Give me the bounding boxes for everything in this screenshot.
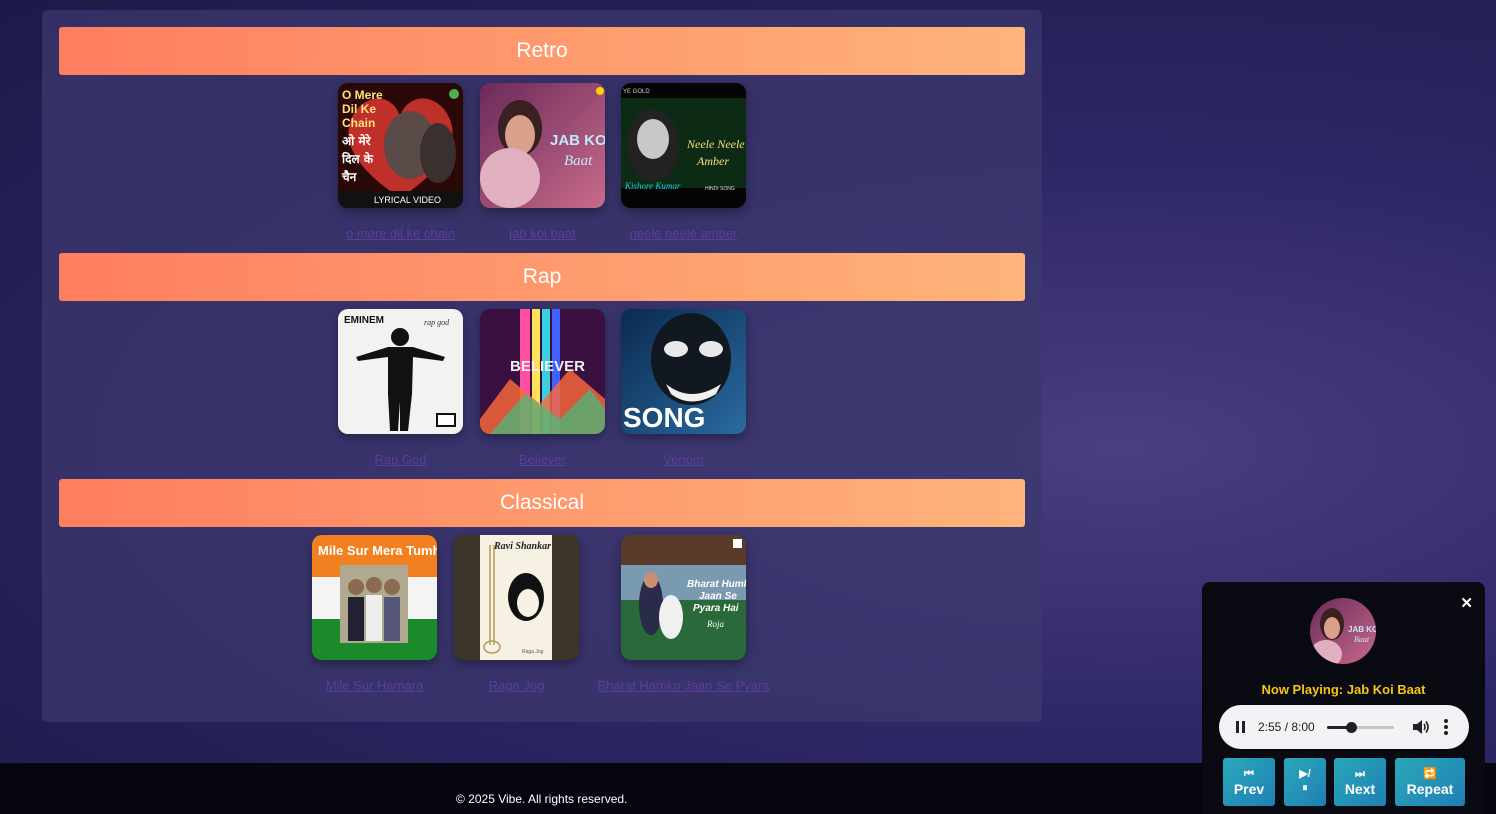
rap-god-cover[interactable]: EMINEM rap god [338, 309, 463, 434]
cover-text: चैन [341, 170, 358, 184]
cover-text: Bharat Humko [687, 579, 746, 590]
volume-icon[interactable] [1412, 719, 1430, 735]
cover-text: BELIEVER [510, 358, 585, 375]
cover-text: ओ मेरे [342, 134, 372, 148]
repeat-icon: 🔁 [1423, 768, 1437, 780]
song-link[interactable]: neele neele amber [581, 226, 786, 241]
cover-text: Ravi Shankar [493, 541, 551, 552]
song-card[interactable]: JAB KOI Baat jab koi baat [480, 83, 605, 241]
cover-text: HINDI SONG [705, 186, 735, 192]
cover-text: Baat [1354, 635, 1370, 644]
seek-slider[interactable] [1327, 722, 1394, 733]
next-icon: ⏭ [1355, 768, 1365, 780]
jab-koi-baat-cover[interactable]: JAB KOI Baat [480, 83, 605, 208]
next-label: Next [1344, 781, 1376, 797]
cover-text: Neele Neele [686, 137, 745, 151]
prev-button[interactable]: ⏮ Prev [1223, 758, 1275, 806]
cover-text: rap god [424, 318, 450, 327]
venom-cover[interactable]: SONG [621, 309, 746, 434]
cover-text: O Mere [342, 88, 383, 102]
cover-text: Amber [696, 154, 729, 168]
cover-text: Jaan Se [699, 591, 737, 602]
cover-text: YE GOLD [623, 89, 650, 95]
cover-text: Mile Sur Mera Tumhara [318, 543, 437, 558]
cover-text: Roja [706, 619, 724, 629]
prev-label: Prev [1233, 781, 1265, 797]
song-card[interactable]: Ravi Shankar Raga Jog Raga Jog [454, 535, 579, 693]
now-playing-art: JAB KOI Baat [1310, 598, 1376, 664]
repeat-label: Repeat [1406, 781, 1454, 797]
main-card: Retro O Mere Dil Ke Chain ओ मेरे दिल के … [42, 10, 1042, 722]
cover-text: Dil Ke [342, 102, 376, 116]
o-mere-dil-ke-chain-cover[interactable]: O Mere Dil Ke Chain ओ मेरे दिल के चैन LY… [338, 83, 463, 208]
bharat-humko-cover[interactable]: Bharat Humko Jaan Se Pyara Hai Roja [621, 535, 746, 660]
cover-text: EMINEM [344, 315, 384, 326]
song-card[interactable]: SONG Venom [621, 309, 746, 467]
cover-text: LYRICAL VIDEO [374, 195, 441, 205]
cover-text: JAB KOI [550, 132, 605, 149]
cover-text: Baat [564, 153, 593, 169]
song-card[interactable]: YE GOLD Neele Neele Amber Kishore Kumar … [621, 83, 746, 241]
section-header-rap: Rap [59, 253, 1025, 301]
pause-icon[interactable] [1236, 721, 1246, 733]
cover-text: SONG [623, 402, 705, 433]
now-playing-text: Now Playing: Jab Koi Baat [1261, 682, 1426, 697]
close-player-button[interactable]: ✕ [1460, 594, 1473, 612]
cover-text: Raga Jog [522, 649, 544, 655]
mile-sur-cover[interactable]: Mile Sur Mera Tumhara [312, 535, 437, 660]
prev-icon: ⏮ [1244, 768, 1254, 780]
play-icon: ▶/ [1299, 768, 1311, 780]
pause-small-icon: ⏸ [1302, 782, 1308, 794]
song-card[interactable]: BELIEVER Believer [480, 309, 605, 467]
raga-jog-cover[interactable]: Ravi Shankar Raga Jog [454, 535, 579, 660]
play-pause-button[interactable]: ▶/ ⏸ [1284, 758, 1326, 806]
repeat-button[interactable]: 🔁 Repeat [1395, 758, 1465, 806]
seek-thumb[interactable] [1346, 722, 1358, 733]
cover-text: Chain [342, 116, 375, 130]
song-link[interactable]: Bharat Hamko Jaan Se Pyara [581, 678, 786, 693]
cover-text: दिल के [341, 152, 374, 166]
next-button[interactable]: ⏭ Next [1334, 758, 1386, 806]
believer-cover[interactable]: BELIEVER [480, 309, 605, 434]
song-card[interactable]: Mile Sur Mera Tumhara Mile Sur Hamara [312, 535, 437, 693]
cover-text: Kishore Kumar [624, 181, 681, 191]
song-link[interactable]: Venom [581, 452, 786, 467]
song-card[interactable]: Bharat Humko Jaan Se Pyara Hai Roja Bhar… [598, 535, 769, 693]
section-header-classical: Classical [59, 479, 1025, 527]
copyright-text: © 2025 Vibe. All rights reserved. [456, 792, 628, 806]
cover-text: JAB KOI [1348, 625, 1376, 634]
more-options-icon[interactable] [1444, 719, 1448, 735]
mini-player: ✕ JAB KOI Baat Now Playing: Jab Koi Baat… [1202, 582, 1485, 814]
cover-text: Pyara Hai [693, 603, 739, 614]
time-display: 2:55 / 8:00 [1258, 720, 1315, 734]
song-card[interactable]: EMINEM rap god Rap God [338, 309, 463, 467]
neele-neele-amber-cover[interactable]: YE GOLD Neele Neele Amber Kishore Kumar … [621, 83, 746, 208]
audio-controls[interactable]: 2:55 / 8:00 [1219, 705, 1469, 749]
section-header-retro: Retro [59, 27, 1025, 75]
song-card[interactable]: O Mere Dil Ke Chain ओ मेरे दिल के चैन LY… [338, 83, 463, 241]
